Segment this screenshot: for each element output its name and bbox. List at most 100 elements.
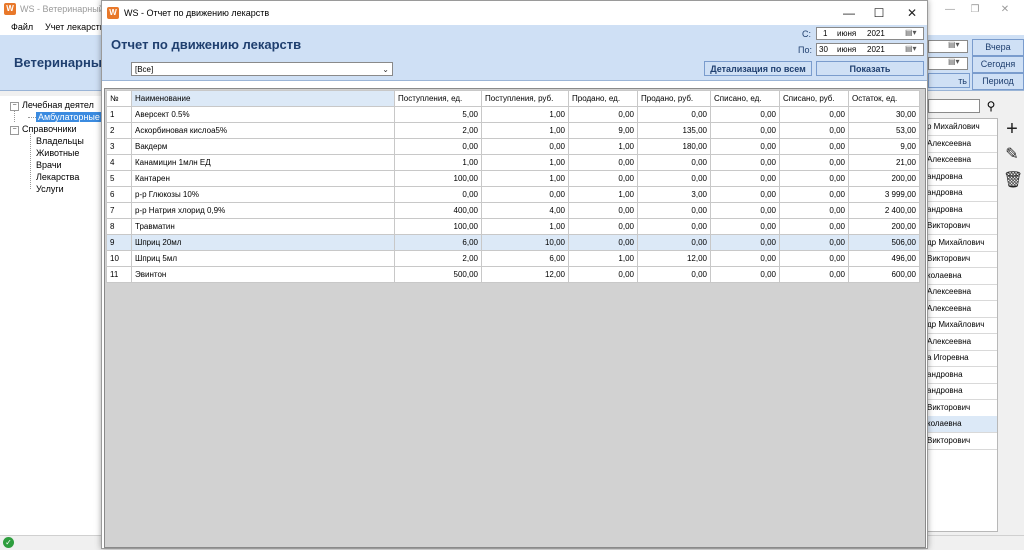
list-item[interactable]: андровна xyxy=(927,169,997,186)
today-button[interactable]: Сегодня xyxy=(972,56,1024,73)
close-icon[interactable]: ✕ xyxy=(990,2,1020,18)
cell-writeoff-units: 0,00 xyxy=(710,138,780,155)
tree-node-drugs[interactable]: Лекарства xyxy=(36,172,79,182)
cell-name: Шприц 5мл xyxy=(131,250,395,267)
dialog-header: Отчет по движению лекарств [Все] ⌄ С: 1 … xyxy=(102,25,927,81)
show-button-bg[interactable]: ть xyxy=(928,73,970,88)
period-button[interactable]: Период xyxy=(972,73,1024,90)
maximize-icon[interactable]: ☐ xyxy=(864,5,894,21)
show-button[interactable]: Показать xyxy=(816,61,924,76)
cell-writeoff-rub: 0,00 xyxy=(779,122,849,139)
cell-writeoff-units: 0,00 xyxy=(710,122,780,139)
cell-sold-units: 0,00 xyxy=(568,154,638,171)
calendar-icon[interactable]: ▤▾ xyxy=(905,28,921,37)
list-item[interactable]: андровна xyxy=(927,202,997,219)
column-header-number[interactable]: № xyxy=(106,90,132,107)
tree-node-doctors[interactable]: Врачи xyxy=(36,160,62,170)
list-item[interactable]: а Игоревна xyxy=(927,350,997,367)
cell-sold-units: 1,00 xyxy=(568,250,638,267)
list-item[interactable]: др Михайлович xyxy=(927,235,997,252)
drug-filter-select[interactable]: [Все] ⌄ xyxy=(131,62,393,76)
table-row[interactable]: 6 р-р Глюкозы 10% 0,00 0,00 1,00 3,00 0,00 0,00… xyxy=(106,186,920,203)
cell-sold-units: 1,00 xyxy=(568,138,638,155)
date-to-day: 30 xyxy=(819,45,828,54)
list-item[interactable]: андровна xyxy=(927,185,997,202)
list-item[interactable]: Викторович xyxy=(927,433,997,450)
tree-node-directories[interactable]: Справочники xyxy=(22,124,77,134)
calendar-icon[interactable]: ▤▾ xyxy=(948,57,960,66)
tree-node-outpatient[interactable]: Амбулаторные xyxy=(36,112,102,122)
cell-received-units: 100,00 xyxy=(394,170,482,187)
column-header-writeoff-rub[interactable]: Списано, руб. xyxy=(779,90,849,107)
table-row[interactable]: 7 р-р Натрия хлорид 0,9% 400,00 4,00 0,00 0,0… xyxy=(106,202,920,219)
list-item[interactable]: Алексеевна xyxy=(927,334,997,351)
table-row[interactable]: 8 Травматин 100,00 1,00 0,00 0,00 0,00 0,00 200,… xyxy=(106,218,920,235)
column-header-sold-rub[interactable]: Продано, руб. xyxy=(637,90,711,107)
collapse-icon[interactable]: − xyxy=(10,126,19,135)
cell-balance-units: 506,00 xyxy=(848,234,920,251)
search-icon[interactable]: ⚲ xyxy=(983,98,999,114)
cell-sold-units: 0,00 xyxy=(568,106,638,123)
date-from-field[interactable]: 1 июня 2021 ▤▾ xyxy=(816,27,924,40)
column-header-writeoff-units[interactable]: Списано, ед. xyxy=(710,90,780,107)
cell-received-rub: 1,00 xyxy=(481,218,569,235)
list-item[interactable]: Викторович xyxy=(927,400,997,417)
cell-balance-units: 600,00 xyxy=(848,266,920,283)
list-item[interactable]: колаевна xyxy=(927,268,997,285)
cell-received-rub: 12,00 xyxy=(481,266,569,283)
table-row[interactable]: 2 Аскорбиновая кислоа5% 2,00 1,00 9,00 135,00… xyxy=(106,122,920,139)
table-row[interactable]: 4 Канамицин 1млн ЕД 1,00 1,00 0,00 0,00 0,00 0,… xyxy=(106,154,920,171)
menu-drug-accounting[interactable]: Учет лекарств xyxy=(45,22,105,32)
search-input[interactable] xyxy=(928,99,980,113)
tree-node-owners[interactable]: Владельцы xyxy=(36,136,84,146)
column-header-name[interactable]: Наименование xyxy=(131,90,395,107)
list-item[interactable]: р Михайлович xyxy=(927,119,997,136)
cell-received-units: 400,00 xyxy=(394,202,482,219)
table-row[interactable]: 3 Вакдерм 0,00 0,00 1,00 180,00 0,00 0,00 9,00 xyxy=(106,138,920,155)
restore-icon[interactable]: ❐ xyxy=(960,2,990,18)
column-header-sold-units[interactable]: Продано, ед. xyxy=(568,90,638,107)
cell-writeoff-rub: 0,00 xyxy=(779,202,849,219)
tree-node-animals[interactable]: Животные xyxy=(36,148,79,158)
table-row[interactable]: 1 Аверсект 0.5% 5,00 1,00 0,00 0,00 0,00 0,00 30… xyxy=(106,106,920,123)
column-header-balance-units[interactable]: Остаток, ед. xyxy=(848,90,920,107)
minimize-icon[interactable]: — xyxy=(834,5,864,21)
cell-sold-units: 0,00 xyxy=(568,170,638,187)
close-icon[interactable]: ✕ xyxy=(897,5,927,21)
list-item[interactable]: Алексеевна xyxy=(927,152,997,169)
edit-icon[interactable]: ✎ xyxy=(1003,146,1021,164)
list-item[interactable]: Викторович xyxy=(927,218,997,235)
cell-writeoff-units: 0,00 xyxy=(710,106,780,123)
tree-node-services[interactable]: Услуги xyxy=(36,184,64,194)
date-to-field[interactable]: 30 июня 2021 ▤▾ xyxy=(816,43,924,56)
main-header-title: Ветеринарны xyxy=(14,55,102,70)
calendar-icon[interactable]: ▤▾ xyxy=(905,44,921,53)
cell-name: Шприц 20мл xyxy=(131,234,395,251)
list-item[interactable]: Алексеевна xyxy=(927,301,997,318)
list-item[interactable]: др Михайлович xyxy=(927,317,997,334)
add-icon[interactable]: + xyxy=(1003,119,1021,139)
list-item[interactable]: Алексеевна xyxy=(927,136,997,153)
list-item[interactable]: андровна xyxy=(927,383,997,400)
cell-number: 11 xyxy=(106,266,132,283)
report-grid: № Наименование Поступления, ед. Поступле… xyxy=(104,88,926,548)
cell-balance-units: 9,00 xyxy=(848,138,920,155)
table-row[interactable]: 5 Кантарен 100,00 1,00 0,00 0,00 0,00 0,00 200,0… xyxy=(106,170,920,187)
yesterday-button[interactable]: Вчера xyxy=(972,39,1024,56)
list-item[interactable]: колаевна xyxy=(927,416,997,433)
cell-received-units: 1,00 xyxy=(394,154,482,171)
list-item[interactable]: андровна xyxy=(927,367,997,384)
column-header-received-units[interactable]: Поступления, ед. xyxy=(394,90,482,107)
menu-file[interactable]: Файл xyxy=(11,22,33,32)
table-row[interactable]: 11 Эвинтон 500,00 12,00 0,00 0,00 0,00 0,00 600,… xyxy=(106,266,920,283)
cell-received-rub: 1,00 xyxy=(481,106,569,123)
list-item[interactable]: Викторович xyxy=(927,251,997,268)
column-header-received-rub[interactable]: Поступления, руб. xyxy=(481,90,569,107)
table-row[interactable]: 10 Шприц 5мл 2,00 6,00 1,00 12,00 0,00 0,00 496,… xyxy=(106,250,920,267)
tree-node-medical[interactable]: Лечебная деятел xyxy=(22,100,94,110)
list-item[interactable]: Алексеевна xyxy=(927,284,997,301)
delete-icon[interactable]: 🗑 xyxy=(1003,172,1023,190)
detail-all-button[interactable]: Детализация по всем xyxy=(704,61,812,76)
table-row[interactable]: 9 Шприц 20мл 6,00 10,00 0,00 0,00 0,00 0,00 506,… xyxy=(106,234,920,251)
calendar-icon[interactable]: ▤▾ xyxy=(948,40,960,49)
